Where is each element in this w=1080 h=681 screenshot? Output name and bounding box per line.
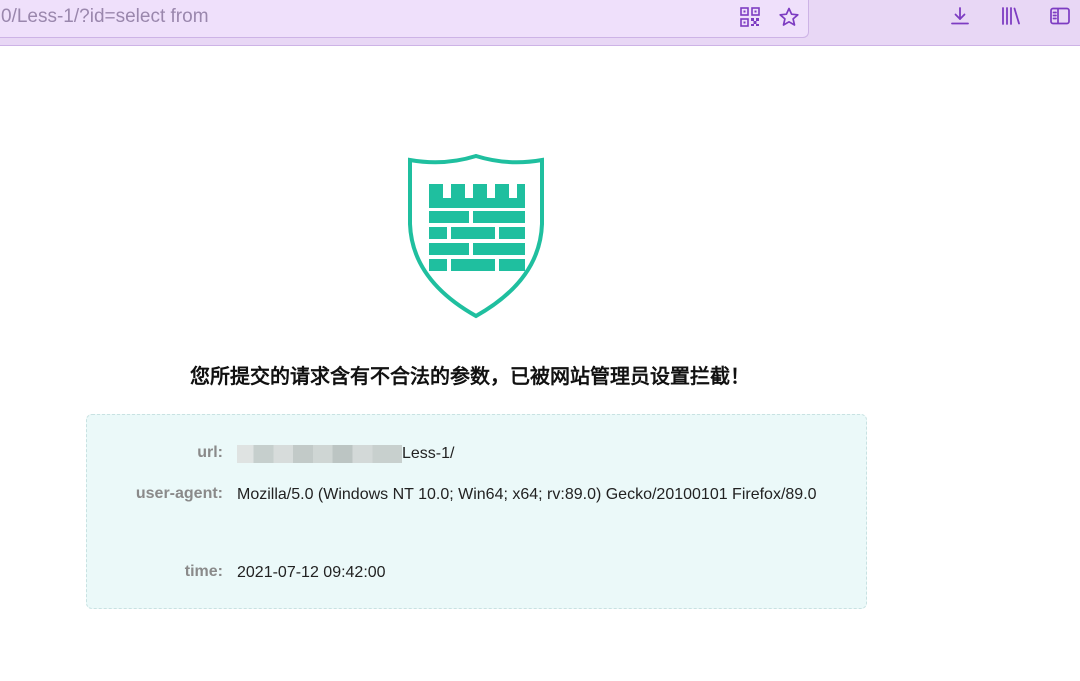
url-value-wrap: Less-1/ bbox=[237, 435, 847, 472]
time-value: 2021-07-12 09:42:00 bbox=[237, 564, 386, 581]
sidebar-icon[interactable] bbox=[1049, 5, 1071, 27]
user-agent-label: user-agent: bbox=[135, 485, 223, 502]
library-icon[interactable] bbox=[1000, 5, 1022, 27]
star-icon[interactable] bbox=[778, 6, 800, 28]
address-bar[interactable]: 0/Less-1/?id=select from bbox=[0, 0, 809, 38]
browser-toolbar: 0/Less-1/?id=select from bbox=[0, 0, 1080, 46]
qr-code-icon[interactable] bbox=[739, 6, 761, 28]
redacted-host bbox=[237, 444, 402, 463]
download-icon[interactable] bbox=[949, 5, 971, 27]
time-label: time: bbox=[184, 563, 223, 580]
firewall-shield-icon bbox=[408, 154, 544, 319]
block-message: 您所提交的请求含有不合法的参数，已被网站管理员设置拦截！ bbox=[190, 364, 750, 388]
url-value: Less-1/ bbox=[402, 445, 455, 462]
address-bar-text[interactable]: 0/Less-1/?id=select from bbox=[1, 6, 209, 28]
url-label: url: bbox=[197, 444, 223, 461]
request-info-box: url: Less-1/ user-agent: Mozilla/5.0 (Wi… bbox=[86, 414, 867, 609]
user-agent-value: Mozilla/5.0 (Windows NT 10.0; Win64; x64… bbox=[237, 486, 817, 503]
